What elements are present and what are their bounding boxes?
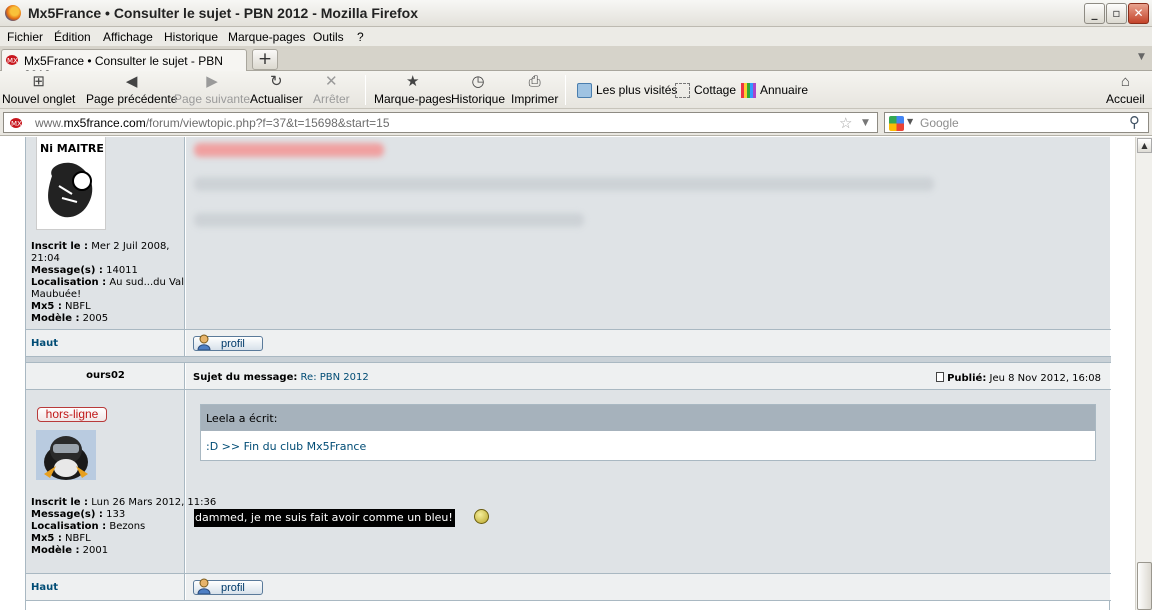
url-history-chevron-down-icon[interactable]: ▼ [862, 118, 869, 128]
post2-header-left: ours02 [26, 363, 185, 389]
window-titlebar: Mx5France • Consulter le sujet - PBN 201… [0, 0, 1152, 27]
status-badge: hors-ligne [37, 407, 107, 422]
post-message-text: dammed, je me suis fait avoir comme un b… [194, 509, 455, 527]
arrow-right-icon: ▶ [206, 73, 218, 90]
blurred-text [194, 177, 934, 191]
print-button[interactable]: ⎙ Imprimer [511, 73, 558, 106]
post1-footer-right [186, 330, 1110, 356]
minimize-button[interactable]: _ [1084, 3, 1105, 24]
search-bar[interactable]: ▼ Google ⚲ [884, 112, 1149, 133]
window-title: Mx5France • Consulter le sujet - PBN 201… [28, 5, 419, 21]
quote-block: Leela a écrit: :D >> Fin du club Mx5Fran… [200, 404, 1096, 461]
menu-fichier[interactable]: Fichier [7, 30, 43, 44]
quote-text: :D >> Fin du club Mx5France [206, 440, 367, 453]
home-button[interactable]: ⌂ Accueil [1106, 73, 1145, 106]
forward-button[interactable]: ▶ Page suivante [174, 73, 250, 106]
post-document-icon[interactable] [936, 372, 945, 382]
post1-author-cell: Ni MAITRE! Inscrit le : Mer 2 Juil 2008,… [26, 137, 185, 329]
profile-button[interactable]: profil [193, 578, 263, 595]
new-tab-icon: ⊞ [32, 73, 45, 90]
new-tab-toolbar-button[interactable]: ⊞ Nouvel onglet [2, 73, 75, 106]
menu-edition[interactable]: Édition [54, 30, 91, 44]
quote-author: Leela a écrit: [201, 405, 1095, 431]
tab-list-chevron-down-icon[interactable]: ▼ [1138, 52, 1145, 62]
bookmark-most-visited[interactable]: Les plus visités [577, 83, 677, 99]
post2-user-details: Inscrit le : Lun 26 Mars 2012, 11:36 Mes… [31, 497, 217, 556]
toolbar-separator [365, 75, 366, 105]
navigation-toolbar: ⊞ Nouvel onglet ◀ Page précédente ▶ Page… [0, 71, 1152, 109]
site-identity-icon: MX [10, 118, 22, 128]
scrollbar-thumb[interactable] [1137, 562, 1152, 610]
close-window-button[interactable]: ✕ [1128, 3, 1149, 24]
tab-bar: MX Mx5France • Consulter le sujet - PBN … [0, 46, 1152, 82]
home-icon: ⌂ [1120, 73, 1130, 90]
svg-text:Ni MAITRE!: Ni MAITRE! [40, 142, 106, 155]
stop-x-icon: ✕ [325, 73, 338, 90]
page-content: Ni MAITRE! Inscrit le : Mer 2 Juil 2008,… [0, 137, 1135, 610]
vertical-scrollbar[interactable]: ▲ [1135, 137, 1152, 610]
bookmark-page-star-icon[interactable]: ☆ [839, 114, 852, 132]
back-to-top-link[interactable]: Haut [31, 582, 58, 593]
arrow-left-icon: ◀ [125, 73, 138, 90]
post2-footer-left: Haut [26, 574, 185, 600]
scroll-up-arrow-icon[interactable]: ▲ [1137, 138, 1152, 153]
post-date: Publié: Jeu 8 Nov 2012, 16:08 [936, 372, 1101, 384]
row-divider [26, 600, 1111, 601]
bookmark-star-icon: ★ [405, 73, 420, 90]
menu-historique[interactable]: Historique [164, 30, 218, 44]
avatar [36, 430, 96, 480]
search-icon[interactable]: ⚲ [1129, 113, 1140, 131]
forum-table: Ni MAITRE! Inscrit le : Mer 2 Juil 2008,… [25, 137, 1111, 610]
toolbar-separator [565, 75, 566, 105]
menu-bar: Fichier Édition Affichage Historique Mar… [0, 27, 1152, 46]
post-subject-link[interactable]: Re: PBN 2012 [301, 372, 369, 383]
post2-footer-right [186, 574, 1110, 600]
post1-body-cell [186, 137, 1110, 329]
post-subject: Sujet du message: Re: PBN 2012 [193, 372, 369, 383]
user-icon [197, 578, 211, 594]
profile-button[interactable]: profil [193, 334, 263, 351]
menu-help[interactable]: ? [357, 30, 364, 44]
reload-button[interactable]: ↻ Actualiser [250, 73, 303, 106]
back-to-top-link[interactable]: Haut [31, 338, 58, 349]
reload-icon: ↻ [270, 73, 283, 90]
firefox-logo-icon [5, 5, 21, 21]
page-icon [675, 83, 690, 99]
menu-affichage[interactable]: Affichage [103, 30, 153, 44]
bookmark-cottage[interactable]: Cottage [675, 83, 736, 99]
history-button[interactable]: ◷ Historique [451, 73, 505, 106]
most-visited-icon [577, 83, 592, 99]
annuaire-icon [741, 83, 756, 99]
url-text: www.mx5france.com/forum/viewtopic.php?f=… [35, 116, 390, 130]
svg-text:MX: MX [11, 120, 22, 128]
user-icon [197, 334, 211, 350]
avatar: Ni MAITRE! [36, 137, 106, 230]
search-engine-chevron-down-icon[interactable]: ▼ [907, 117, 913, 126]
mx5-favicon-icon: MX [6, 55, 18, 65]
location-toolbar: MX www.mx5france.com/forum/viewtopic.php… [0, 109, 1152, 136]
bookmark-annuaire[interactable]: Annuaire [741, 83, 808, 99]
blurred-text [194, 213, 584, 227]
url-bar[interactable]: MX www.mx5france.com/forum/viewtopic.php… [3, 112, 878, 133]
menu-marque-pages[interactable]: Marque-pages [228, 30, 305, 44]
google-icon[interactable] [889, 116, 904, 131]
printer-icon: ⎙ [528, 73, 541, 90]
bookmarks-button[interactable]: ★ Marque-pages [374, 73, 451, 106]
svg-text:MX: MX [7, 57, 18, 65]
maximize-button[interactable]: ▫ [1106, 3, 1127, 24]
tab-current[interactable]: MX Mx5France • Consulter le sujet - PBN … [1, 49, 247, 82]
post-author[interactable]: ours02 [26, 370, 185, 381]
back-button[interactable]: ◀ Page précédente [86, 73, 177, 106]
laughing-smiley-icon [474, 509, 489, 524]
blurred-text [194, 143, 384, 157]
stop-button[interactable]: ✕ Arrêter [313, 73, 350, 106]
new-tab-button[interactable]: + [252, 49, 278, 70]
post1-user-details: Inscrit le : Mer 2 Juil 2008, 21:04 Mess… [31, 241, 184, 324]
menu-outils[interactable]: Outils [313, 30, 344, 44]
search-input[interactable]: Google [920, 116, 959, 130]
post1-footer-left: Haut [26, 330, 185, 356]
clock-icon: ◷ [471, 73, 485, 90]
